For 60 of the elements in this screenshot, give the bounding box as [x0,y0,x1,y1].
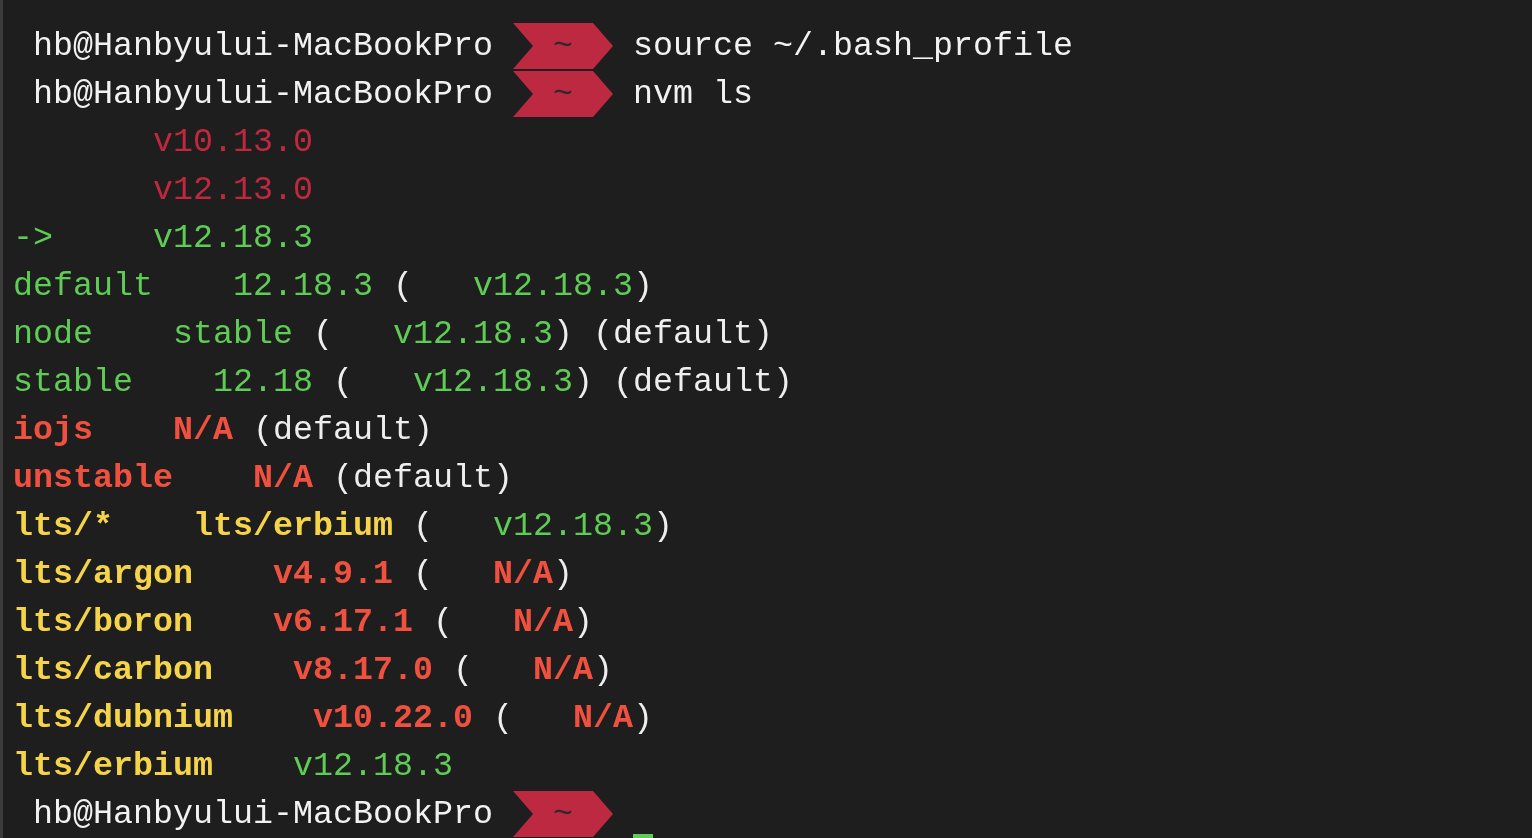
output-text: ( [312,315,335,353]
output-text: ( [332,363,355,401]
output-text: N/A [513,603,574,641]
directory-badge: ~ [513,23,613,69]
output-text: node [13,315,94,353]
output-text: N/A [533,651,594,689]
output-text: ) [553,555,574,593]
output-text: ) (default) [573,363,794,401]
output-text: v8.17.0 [293,651,434,689]
output-text: lts/* [13,507,114,545]
output-text: N/A [493,555,554,593]
output-text: lts/erbium [193,507,394,545]
output-text: stable [13,363,134,401]
output-text: ( [492,699,515,737]
output-text: (default) [332,459,514,497]
output-text: ) (default) [553,315,774,353]
output-text: 12.18 [213,363,314,401]
output-text: default [13,267,154,305]
output-text: v12.18.3 [293,747,454,785]
command-text: nvm ls [633,75,754,113]
output-text: unstable [13,459,174,497]
output-text: lts/erbium [13,747,214,785]
output-text: v10.13.0 [152,123,313,161]
output-text: lts/carbon [13,651,214,689]
output-text: ) [633,267,654,305]
output-text: ) [633,699,654,737]
output-text: ) [593,651,614,689]
output-text: lts/dubnium [13,699,234,737]
output-text: stable [173,315,294,353]
output-text: ( [392,267,415,305]
output-text: ( [452,651,475,689]
prompt-host: hb@Hanbyului-MacBookPro [33,75,493,113]
output-text: v12.18.3 [393,315,554,353]
directory-badge: ~ [513,71,613,117]
output-text: ) [573,603,594,641]
command-text: source ~/.bash_profile [633,27,1074,65]
output-text: ( [432,603,455,641]
output-text: ( [412,507,435,545]
output-text: v12.18.3 [473,267,634,305]
output-text: 12.18.3 [233,267,374,305]
output-text: ) [653,507,674,545]
output-text: ( [412,555,435,593]
output-text: -> [13,219,54,257]
output-text: (default) [252,411,434,449]
output-text: v12.18.3 [493,507,654,545]
output-text: N/A [253,459,314,497]
output-text: v4.9.1 [273,555,394,593]
prompt-host: hb@Hanbyului-MacBookPro [33,795,493,833]
output-text: lts/boron [13,603,194,641]
output-text: v12.13.0 [152,171,313,209]
output-text: v6.17.1 [273,603,414,641]
output-text: N/A [173,411,234,449]
output-text: v12.18.3 [153,219,314,257]
directory-badge: ~ [513,791,613,837]
output-text: iojs [13,411,94,449]
output-text: v12.18.3 [413,363,574,401]
output-text: N/A [573,699,634,737]
prompt-host: hb@Hanbyului-MacBookPro [33,27,493,65]
output-text: lts/argon [13,555,194,593]
output-text: v10.22.0 [313,699,474,737]
